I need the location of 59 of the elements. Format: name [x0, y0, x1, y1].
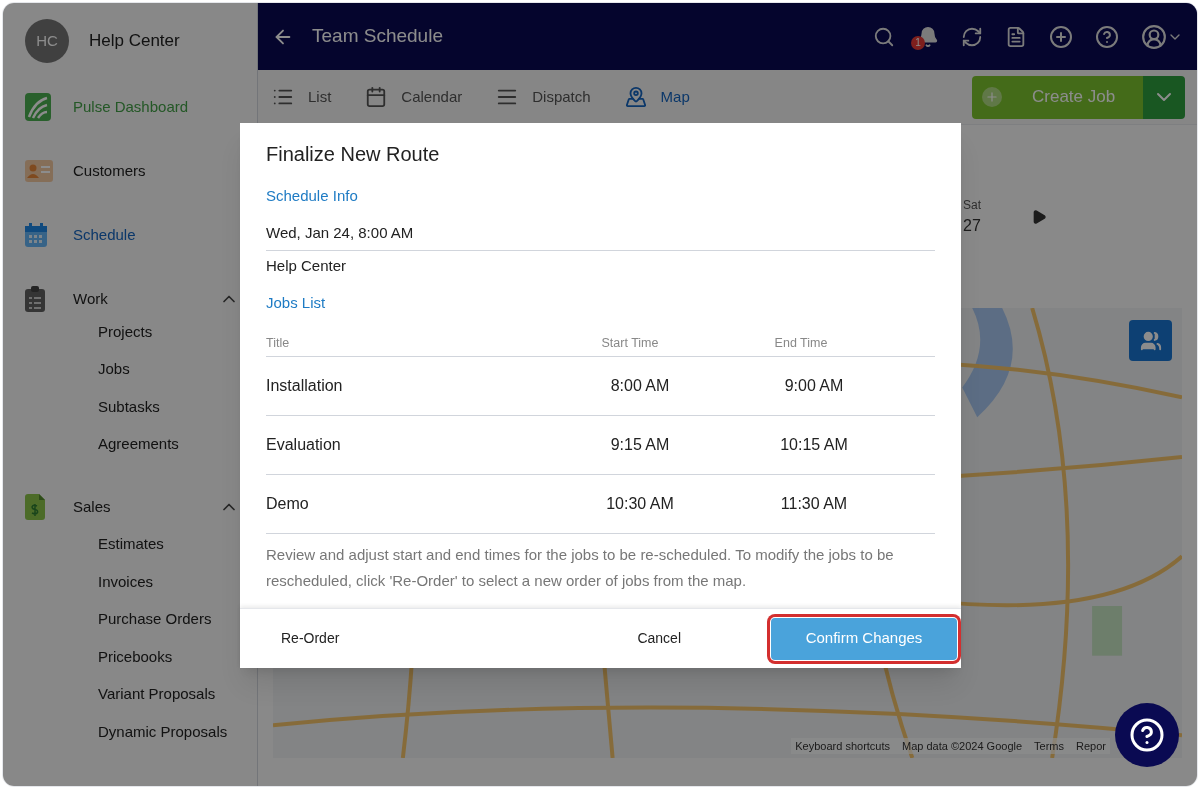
- help-icon: [1129, 717, 1165, 753]
- column-header: End Time: [774, 335, 829, 352]
- section-heading: Jobs List: [266, 292, 327, 313]
- nav-subitem[interactable]: Dynamic Proposals: [25, 713, 257, 751]
- table-cell-text: Demo: [266, 493, 310, 514]
- dropdown-button[interactable]: [1143, 75, 1185, 119]
- table-cell-text: 11:30 AM: [780, 493, 848, 514]
- nav-item[interactable]: Sales: [73, 496, 219, 519]
- view-tab[interactable]: Dispatch: [496, 85, 591, 109]
- view-tab[interactable]: Calendar: [365, 85, 463, 109]
- search-icon[interactable]: [873, 25, 895, 48]
- avatar[interactable]: HC: [25, 19, 69, 63]
- table-cell-text: 10:15 AM: [780, 434, 848, 455]
- notification-badge: 1: [911, 35, 925, 50]
- map-attribution-link[interactable]: Terms: [1034, 737, 1065, 754]
- nav-item[interactable]: Customers: [73, 159, 239, 183]
- people-icon: [1139, 329, 1162, 352]
- leaf-logo-icon: [25, 93, 51, 121]
- invoice-icon: [25, 494, 45, 521]
- next-icon[interactable]: [1031, 208, 1047, 225]
- cancel-button[interactable]: Cancel: [617, 618, 701, 659]
- help-icon[interactable]: [1095, 24, 1119, 49]
- account-icon: [1141, 23, 1167, 50]
- column-header: Title: [266, 335, 291, 352]
- dialog-title: Finalize New Route: [266, 142, 441, 167]
- day-number: 27: [963, 215, 981, 236]
- team-name: Help Center: [266, 256, 348, 276]
- nav-item[interactable]: Work: [73, 287, 219, 311]
- view-tab[interactable]: List: [272, 85, 332, 109]
- map-attribution-link[interactable]: Keyboard shortcuts: [795, 737, 891, 754]
- reorder-button[interactable]: Re-Order: [266, 618, 355, 659]
- map-attribution-link[interactable]: Repor: [1076, 737, 1106, 754]
- calendar-icon: [365, 86, 388, 108]
- section-heading: Schedule Info: [266, 186, 359, 206]
- table-cell-text: Installation: [266, 375, 344, 396]
- map-icon: [624, 86, 647, 108]
- calendar-icon: [25, 223, 47, 247]
- schedule-date: Wed, Jan 24, 8:00 AM: [266, 221, 935, 251]
- plus-icon: [985, 90, 999, 104]
- clipboard-icon: [25, 286, 45, 312]
- help-text: Review and adjust start and end times for the jobs to be re-scheduled. To modify the jobs to be rescheduled, click 'Re-Order' to select a new order of jobs from the map.: [266, 544, 895, 591]
- contact-card-icon: [25, 160, 53, 182]
- add-icon[interactable]: [1049, 24, 1073, 49]
- nav-subitem[interactable]: Variant Proposals: [25, 675, 257, 714]
- account-name: Help Center: [89, 30, 180, 53]
- column-header: Start Time: [601, 335, 660, 352]
- map-attribution-link[interactable]: Map data ©2024 Google: [902, 737, 1023, 754]
- team-button[interactable]: [1129, 320, 1172, 361]
- table-cell-text: 9:00 AM: [784, 375, 844, 396]
- nav-item[interactable]: Schedule: [73, 223, 239, 247]
- table-cell-text: 9:15 AM: [610, 434, 670, 455]
- view-tab[interactable]: Map: [624, 85, 690, 109]
- table-cell-text: 10:30 AM: [606, 493, 674, 514]
- day-name: Sat: [963, 196, 981, 214]
- document-icon[interactable]: [1005, 25, 1027, 48]
- page-title: Team Schedule: [312, 24, 444, 49]
- sync-icon[interactable]: [961, 25, 983, 48]
- table-cell-text: 8:00 AM: [610, 375, 670, 396]
- table-cell-text: Evaluation: [266, 434, 342, 455]
